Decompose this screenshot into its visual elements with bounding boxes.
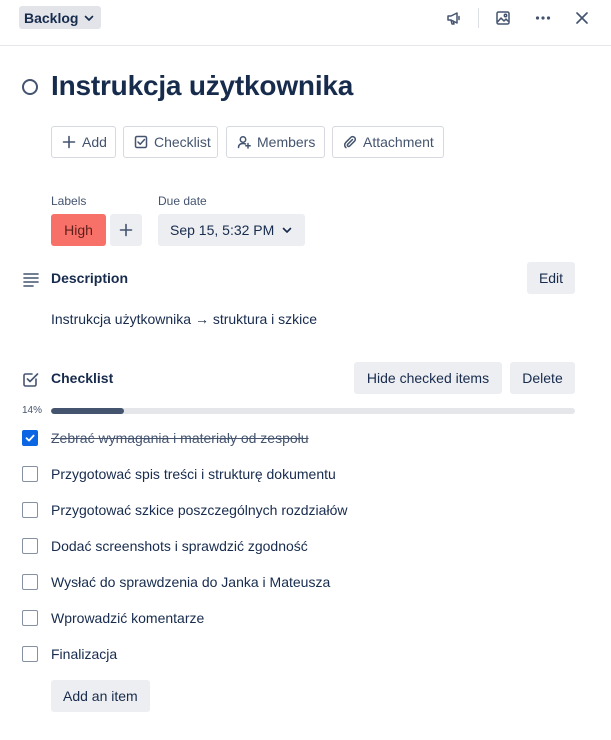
checklist-button[interactable]: Checklist bbox=[123, 126, 218, 158]
checklist-heading[interactable]: Checklist bbox=[51, 370, 113, 386]
card-title[interactable]: Instrukcja użytkownika bbox=[51, 70, 353, 102]
checklist-item-text[interactable]: Przygotować spis treści i strukturę doku… bbox=[51, 466, 336, 482]
delete-checklist-button[interactable]: Delete bbox=[510, 362, 575, 394]
description-heading: Description bbox=[51, 270, 129, 286]
list-name: Backlog bbox=[24, 9, 79, 26]
checklist-item-text[interactable]: Finalizacja bbox=[51, 646, 117, 662]
add-item-button[interactable]: Add an item bbox=[51, 680, 150, 712]
checklist-item[interactable]: Zebrać wymagania i materiały od zespołu bbox=[22, 426, 582, 450]
add-member-icon bbox=[237, 135, 251, 149]
chevron-down-icon bbox=[281, 224, 293, 236]
checkbox[interactable] bbox=[22, 574, 38, 590]
chevron-down-icon bbox=[83, 12, 95, 24]
header-divider-line bbox=[0, 45, 611, 46]
list-selector[interactable]: Backlog bbox=[19, 6, 102, 29]
checklist-item[interactable]: Finalizacja bbox=[22, 642, 582, 666]
progress-bar bbox=[51, 408, 575, 414]
checkbox-icon bbox=[134, 135, 148, 149]
checkbox[interactable] bbox=[22, 646, 38, 662]
checklist-item-text[interactable]: Przygotować szkice poszczególnych rozdzi… bbox=[51, 502, 347, 518]
hide-checked-items-button[interactable]: Hide checked items bbox=[354, 362, 502, 394]
checklist-button-label: Checklist bbox=[154, 134, 211, 150]
members-button[interactable]: Members bbox=[226, 126, 325, 158]
checklist-item[interactable]: Przygotować spis treści i strukturę doku… bbox=[22, 462, 582, 486]
complete-circle-icon[interactable] bbox=[22, 79, 38, 95]
header-divider bbox=[478, 8, 479, 28]
description-text[interactable]: Instrukcja użytkownika → struktura i szk… bbox=[51, 311, 317, 327]
checkbox[interactable] bbox=[22, 538, 38, 554]
plus-icon bbox=[62, 135, 76, 149]
checklist-item[interactable]: Wysłać do sprawdzenia do Janka i Mateusz… bbox=[22, 570, 582, 594]
add-button[interactable]: Add bbox=[51, 126, 116, 158]
checkbox[interactable] bbox=[22, 502, 38, 518]
checklist-icon bbox=[22, 370, 40, 388]
plus-icon bbox=[119, 223, 133, 237]
megaphone-icon[interactable] bbox=[442, 6, 466, 30]
progress-percent: 14% bbox=[22, 405, 43, 416]
more-icon[interactable] bbox=[531, 6, 555, 30]
checklist-item-text[interactable]: Dodać screenshots i sprawdzić zgodność bbox=[51, 538, 308, 554]
labels-heading: Labels bbox=[51, 194, 87, 208]
due-date-button[interactable]: Sep 15, 5:32 PM bbox=[158, 214, 306, 246]
checklist-item[interactable]: Wprowadzić komentarze bbox=[22, 606, 582, 630]
image-icon[interactable] bbox=[491, 6, 515, 30]
check-icon bbox=[25, 434, 35, 442]
add-button-label: Add bbox=[82, 134, 107, 150]
checklist-item-text[interactable]: Wysłać do sprawdzenia do Janka i Mateusz… bbox=[51, 574, 330, 590]
progress-bar-fill bbox=[51, 408, 125, 414]
paperclip-icon bbox=[343, 135, 357, 149]
checklist-item[interactable]: Dodać screenshots i sprawdzić zgodność bbox=[22, 534, 582, 558]
edit-description-button[interactable]: Edit bbox=[527, 262, 575, 294]
checkbox[interactable] bbox=[22, 466, 38, 482]
attachment-button-label: Attachment bbox=[363, 134, 434, 150]
checkbox[interactable] bbox=[22, 430, 38, 446]
checkbox[interactable] bbox=[22, 610, 38, 626]
checklist-item-text[interactable]: Wprowadzić komentarze bbox=[51, 610, 204, 626]
members-button-label: Members bbox=[257, 134, 316, 150]
due-date-heading: Due date bbox=[158, 194, 207, 208]
due-date-value: Sep 15, 5:32 PM bbox=[170, 222, 275, 238]
checklist-item-text[interactable]: Zebrać wymagania i materiały od zespołu bbox=[51, 430, 309, 446]
attachment-button[interactable]: Attachment bbox=[332, 126, 444, 158]
add-label-button[interactable] bbox=[110, 214, 142, 246]
label-high[interactable]: High bbox=[51, 214, 106, 246]
close-icon[interactable] bbox=[570, 6, 594, 30]
description-icon bbox=[22, 270, 40, 288]
checklist-item[interactable]: Przygotować szkice poszczególnych rozdzi… bbox=[22, 498, 582, 522]
